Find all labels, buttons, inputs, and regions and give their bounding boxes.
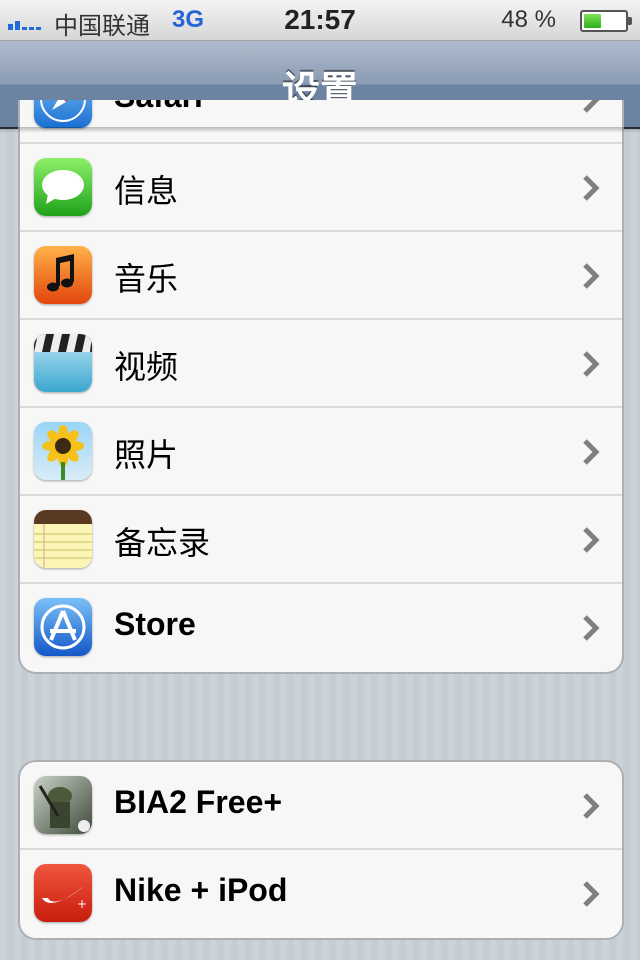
chevron-right-icon <box>583 793 600 819</box>
row-label: Nike + iPod <box>114 872 288 908</box>
row-label: Store <box>114 606 196 642</box>
photos-icon <box>34 422 92 480</box>
svg-text:+: + <box>77 897 87 911</box>
row-label: Safari <box>114 100 203 115</box>
chevron-right-icon <box>583 439 600 465</box>
settings-row-notes[interactable]: 备忘录 <box>20 496 622 584</box>
navbar-shadow <box>0 127 640 133</box>
chevron-right-icon <box>583 175 600 201</box>
safari-icon <box>34 100 92 128</box>
chevron-right-icon <box>583 263 600 289</box>
settings-row-bia2[interactable]: BIA2 Free+ <box>20 762 622 850</box>
app-store-icon <box>34 598 92 656</box>
row-label: 信息 <box>114 172 179 210</box>
chevron-right-icon <box>583 527 600 553</box>
videos-icon <box>34 334 92 392</box>
settings-group-apps: Safari 信息 音乐 视频 照片 备忘录 <box>18 100 624 674</box>
row-label: 音乐 <box>114 260 179 298</box>
chevron-right-icon <box>583 100 600 113</box>
chevron-right-icon <box>583 615 600 641</box>
bia2-game-icon <box>34 776 92 834</box>
battery-percent: 48 % <box>501 6 556 33</box>
notes-icon <box>34 510 92 568</box>
battery-icon <box>580 10 632 32</box>
messages-icon <box>34 158 92 216</box>
settings-row-messages[interactable]: 信息 <box>20 144 622 232</box>
status-bar: 中国联通 3G 21:57 48 % <box>0 0 640 41</box>
settings-row-app-store[interactable]: Store <box>20 584 622 672</box>
music-icon <box>34 246 92 304</box>
settings-row-music[interactable]: 音乐 <box>20 232 622 320</box>
row-label: 备忘录 <box>114 524 211 562</box>
row-label: 视频 <box>114 348 179 386</box>
chevron-right-icon <box>583 881 600 907</box>
row-label: 照片 <box>114 436 179 474</box>
chevron-right-icon <box>583 351 600 377</box>
settings-row-videos[interactable]: 视频 <box>20 320 622 408</box>
nike-ipod-icon: + <box>34 864 92 922</box>
settings-group-third-party: BIA2 Free+ + Nike + iPod <box>18 760 624 940</box>
row-label: BIA2 Free+ <box>114 784 283 820</box>
settings-row-nike-ipod[interactable]: + Nike + iPod <box>20 850 622 938</box>
settings-row-safari[interactable]: Safari <box>20 100 622 144</box>
settings-row-photos[interactable]: 照片 <box>20 408 622 496</box>
